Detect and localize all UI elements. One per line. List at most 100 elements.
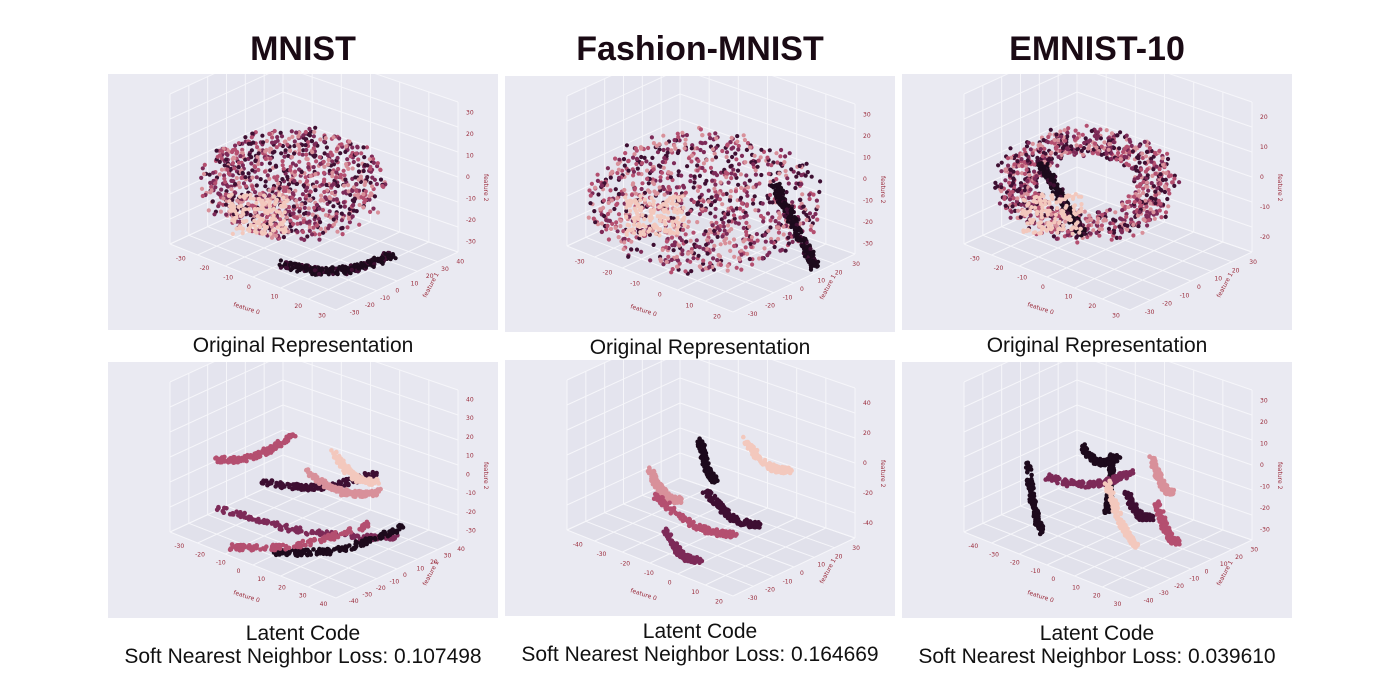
data-point bbox=[271, 194, 276, 199]
data-point bbox=[299, 169, 304, 175]
data-point bbox=[372, 177, 377, 182]
data-point bbox=[623, 151, 628, 156]
data-point bbox=[1030, 151, 1035, 156]
data-point bbox=[660, 159, 665, 165]
data-point bbox=[275, 439, 280, 444]
data-point bbox=[371, 489, 376, 495]
data-point bbox=[256, 454, 262, 460]
data-point bbox=[342, 204, 347, 209]
data-point bbox=[250, 203, 255, 208]
data-point bbox=[238, 458, 243, 464]
z-tick-label: -10 bbox=[466, 195, 476, 202]
data-point bbox=[1079, 202, 1084, 207]
data-point bbox=[754, 182, 759, 187]
z-tick-label: -20 bbox=[1260, 234, 1270, 241]
data-point bbox=[707, 132, 712, 137]
data-point bbox=[769, 163, 774, 168]
data-point bbox=[209, 188, 214, 193]
data-point bbox=[1028, 217, 1033, 222]
data-point bbox=[232, 166, 237, 171]
data-point bbox=[710, 223, 715, 228]
data-point bbox=[356, 169, 362, 174]
data-point bbox=[647, 226, 652, 231]
data-point bbox=[322, 164, 327, 169]
y-tick-label: 30 bbox=[441, 266, 449, 273]
data-point bbox=[1070, 231, 1075, 236]
data-point bbox=[324, 145, 329, 150]
data-point bbox=[1075, 240, 1080, 245]
data-point bbox=[670, 219, 675, 224]
data-point bbox=[344, 162, 349, 167]
data-point bbox=[356, 266, 361, 271]
z-axis-label: feature 2 bbox=[879, 176, 886, 204]
x-axis-label: feature 0 bbox=[232, 589, 260, 604]
data-point bbox=[363, 197, 368, 203]
data-point bbox=[616, 235, 621, 240]
data-point bbox=[304, 147, 309, 153]
y-tick-label: 30 bbox=[444, 553, 452, 560]
data-point bbox=[636, 221, 641, 227]
data-point bbox=[351, 159, 356, 165]
data-point bbox=[1059, 211, 1064, 216]
data-point bbox=[258, 177, 263, 182]
data-point bbox=[799, 243, 804, 249]
data-point bbox=[664, 259, 669, 264]
data-point bbox=[1014, 153, 1019, 158]
data-point bbox=[817, 189, 822, 195]
data-point bbox=[319, 478, 325, 484]
data-point bbox=[1050, 174, 1055, 179]
data-point bbox=[786, 214, 792, 220]
data-point bbox=[708, 211, 713, 216]
data-point bbox=[1177, 180, 1182, 185]
data-point bbox=[249, 135, 254, 140]
z-axis-label: feature 2 bbox=[1276, 174, 1283, 202]
data-point bbox=[1115, 133, 1120, 138]
data-point bbox=[748, 241, 753, 246]
data-point bbox=[634, 148, 639, 153]
data-point bbox=[674, 185, 679, 190]
data-point bbox=[726, 180, 731, 185]
data-point bbox=[295, 530, 301, 535]
data-point bbox=[640, 161, 645, 166]
data-point bbox=[614, 220, 619, 225]
data-point bbox=[311, 146, 316, 151]
data-point bbox=[606, 237, 611, 242]
data-point bbox=[1143, 169, 1148, 174]
data-point bbox=[999, 160, 1004, 165]
data-point bbox=[818, 179, 823, 184]
data-point bbox=[307, 126, 312, 131]
data-point bbox=[1144, 180, 1150, 185]
data-point bbox=[338, 204, 343, 209]
data-point bbox=[1058, 134, 1063, 139]
data-point bbox=[1163, 214, 1168, 219]
data-point bbox=[651, 181, 657, 187]
data-point bbox=[1130, 149, 1135, 154]
data-point bbox=[1050, 196, 1055, 201]
data-point bbox=[787, 231, 792, 236]
data-point bbox=[363, 180, 368, 185]
data-point bbox=[677, 207, 682, 212]
data-point bbox=[265, 173, 270, 178]
data-point bbox=[673, 146, 678, 151]
data-point bbox=[259, 519, 264, 524]
data-point bbox=[686, 211, 691, 216]
data-point bbox=[349, 535, 355, 541]
data-point bbox=[1144, 193, 1149, 198]
x-tick-label: -10 bbox=[1017, 275, 1027, 282]
data-point bbox=[1079, 209, 1084, 214]
x-tick-label: 0 bbox=[658, 292, 662, 299]
data-point bbox=[736, 182, 741, 187]
data-point bbox=[1021, 197, 1026, 202]
data-point bbox=[723, 170, 728, 175]
data-point bbox=[669, 148, 674, 153]
data-point bbox=[224, 157, 229, 162]
z-tick-label: 30 bbox=[466, 110, 474, 117]
data-point bbox=[1022, 171, 1028, 176]
data-point bbox=[291, 221, 296, 227]
y-tick-label: 0 bbox=[800, 286, 804, 293]
data-point bbox=[632, 198, 638, 203]
data-point bbox=[371, 264, 376, 269]
data-point bbox=[1069, 144, 1074, 149]
data-point bbox=[715, 234, 720, 239]
data-point bbox=[757, 256, 762, 261]
